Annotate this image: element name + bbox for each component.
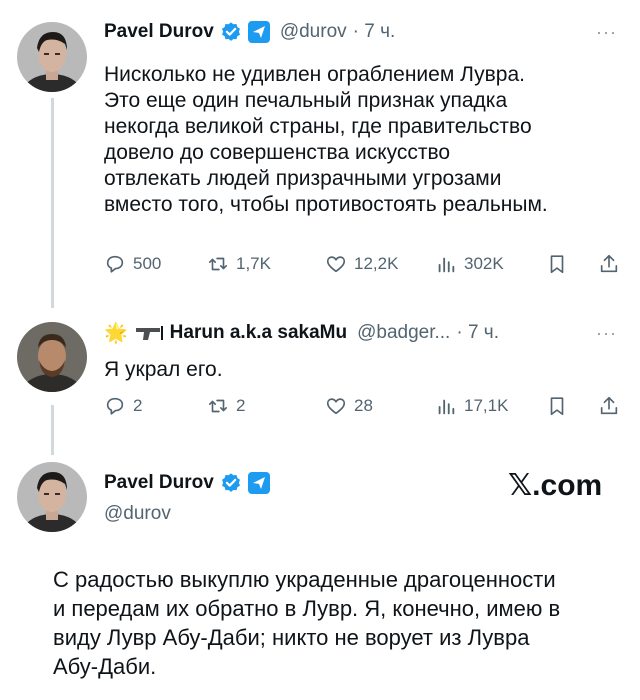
like-button[interactable]: 12,2K [325,253,398,275]
repost-icon [208,399,228,413]
thread-line-2 [51,405,54,455]
views-button[interactable]: 302K [435,253,504,275]
author-handle[interactable]: @durov [104,503,171,525]
tweet-text-line: вместо того, чтобы противостоять реальны… [104,193,548,216]
views-icon [438,257,455,273]
x-com-label: .com [532,469,603,502]
tweet-text: Я украл его. [104,358,223,381]
repost-button[interactable]: 2 [207,395,245,417]
thread-line-1 [51,98,54,308]
reply-icon [106,397,124,415]
views-button[interactable]: 17,1K [435,395,508,417]
avatar-harun[interactable] [17,322,87,392]
share-button[interactable] [598,395,620,417]
tweet-text-line: С радостью выкуплю украденные драгоценно… [53,567,556,592]
views-count: 17,1K [464,396,509,415]
tweet-text-line: виду Лувр Абу-Даби; никто не ворует из Л… [53,625,530,650]
reply-count: 500 [133,254,162,273]
tweet-text: С радостью выкуплю украденные драгоценно… [53,565,633,681]
reply-count: 2 [133,396,143,415]
tweet-text-line: и передам их обратно в Лувр. Я, конечно,… [53,596,561,621]
bookmark-button[interactable] [546,253,568,275]
tweet-text-line: Нисколько не удивлен ограблением Лувра. [104,63,525,86]
author-name[interactable]: Pavel Durov [104,472,214,494]
verified-badge-icon [221,473,240,492]
author-handle[interactable]: @durov [280,21,347,43]
tweet-time[interactable]: · 7 ч. [353,21,396,43]
tweet-text-line: довело до совершенства искусство [104,141,451,164]
like-count: 28 [354,396,373,415]
verified-badge-icon [221,22,240,41]
reply-button[interactable]: 2 [104,395,142,417]
bookmark-button[interactable] [546,395,568,417]
government-badge-icon [247,21,270,43]
more-options-icon[interactable]: ··· [596,323,617,344]
like-icon [326,398,346,415]
tweet-text-line: отвлекать людей призрачными угрозами [104,167,502,190]
share-icon [600,396,618,415]
like-button[interactable]: 28 [325,395,373,417]
tweet-text-line: некогда великой страны, где правительств… [104,115,532,138]
tweet-text-line: Это еще один печальный признак упадка [104,89,508,112]
author-handle[interactable]: @badger... [357,322,450,344]
pistol-icon [135,326,163,340]
star-emoji-icon: 🌟 [104,323,128,344]
avatar-durov[interactable] [17,22,87,92]
government-badge-icon [247,472,270,494]
repost-count: 1,7K [236,254,271,273]
repost-button[interactable]: 1,7K [207,253,271,275]
x-logo-icon: 𝕏 [508,468,533,503]
avatar-durov[interactable] [17,462,87,532]
tweet-time[interactable]: · 7 ч. [456,322,499,344]
bookmark-icon [550,255,564,274]
share-button[interactable] [598,253,620,275]
reply-icon [106,255,124,273]
author-name[interactable]: Pavel Durov [104,21,214,43]
reply-button[interactable]: 500 [104,253,161,275]
repost-icon [208,257,228,271]
like-icon [326,256,346,273]
tweet-text-line: Абу-Даби. [53,654,157,679]
like-count: 12,2K [354,254,399,273]
more-options-icon[interactable]: ··· [596,22,617,43]
share-icon [600,254,618,273]
author-name[interactable]: Harun a.k.a sakaMu [170,322,347,344]
x-com-logo: 𝕏 .com [508,468,602,503]
views-icon [438,399,455,415]
views-count: 302K [464,254,504,273]
repost-count: 2 [236,396,246,415]
bookmark-icon [550,397,564,416]
tweet-text: Нисколько не удивлен ограблением Лувра. … [104,62,624,218]
